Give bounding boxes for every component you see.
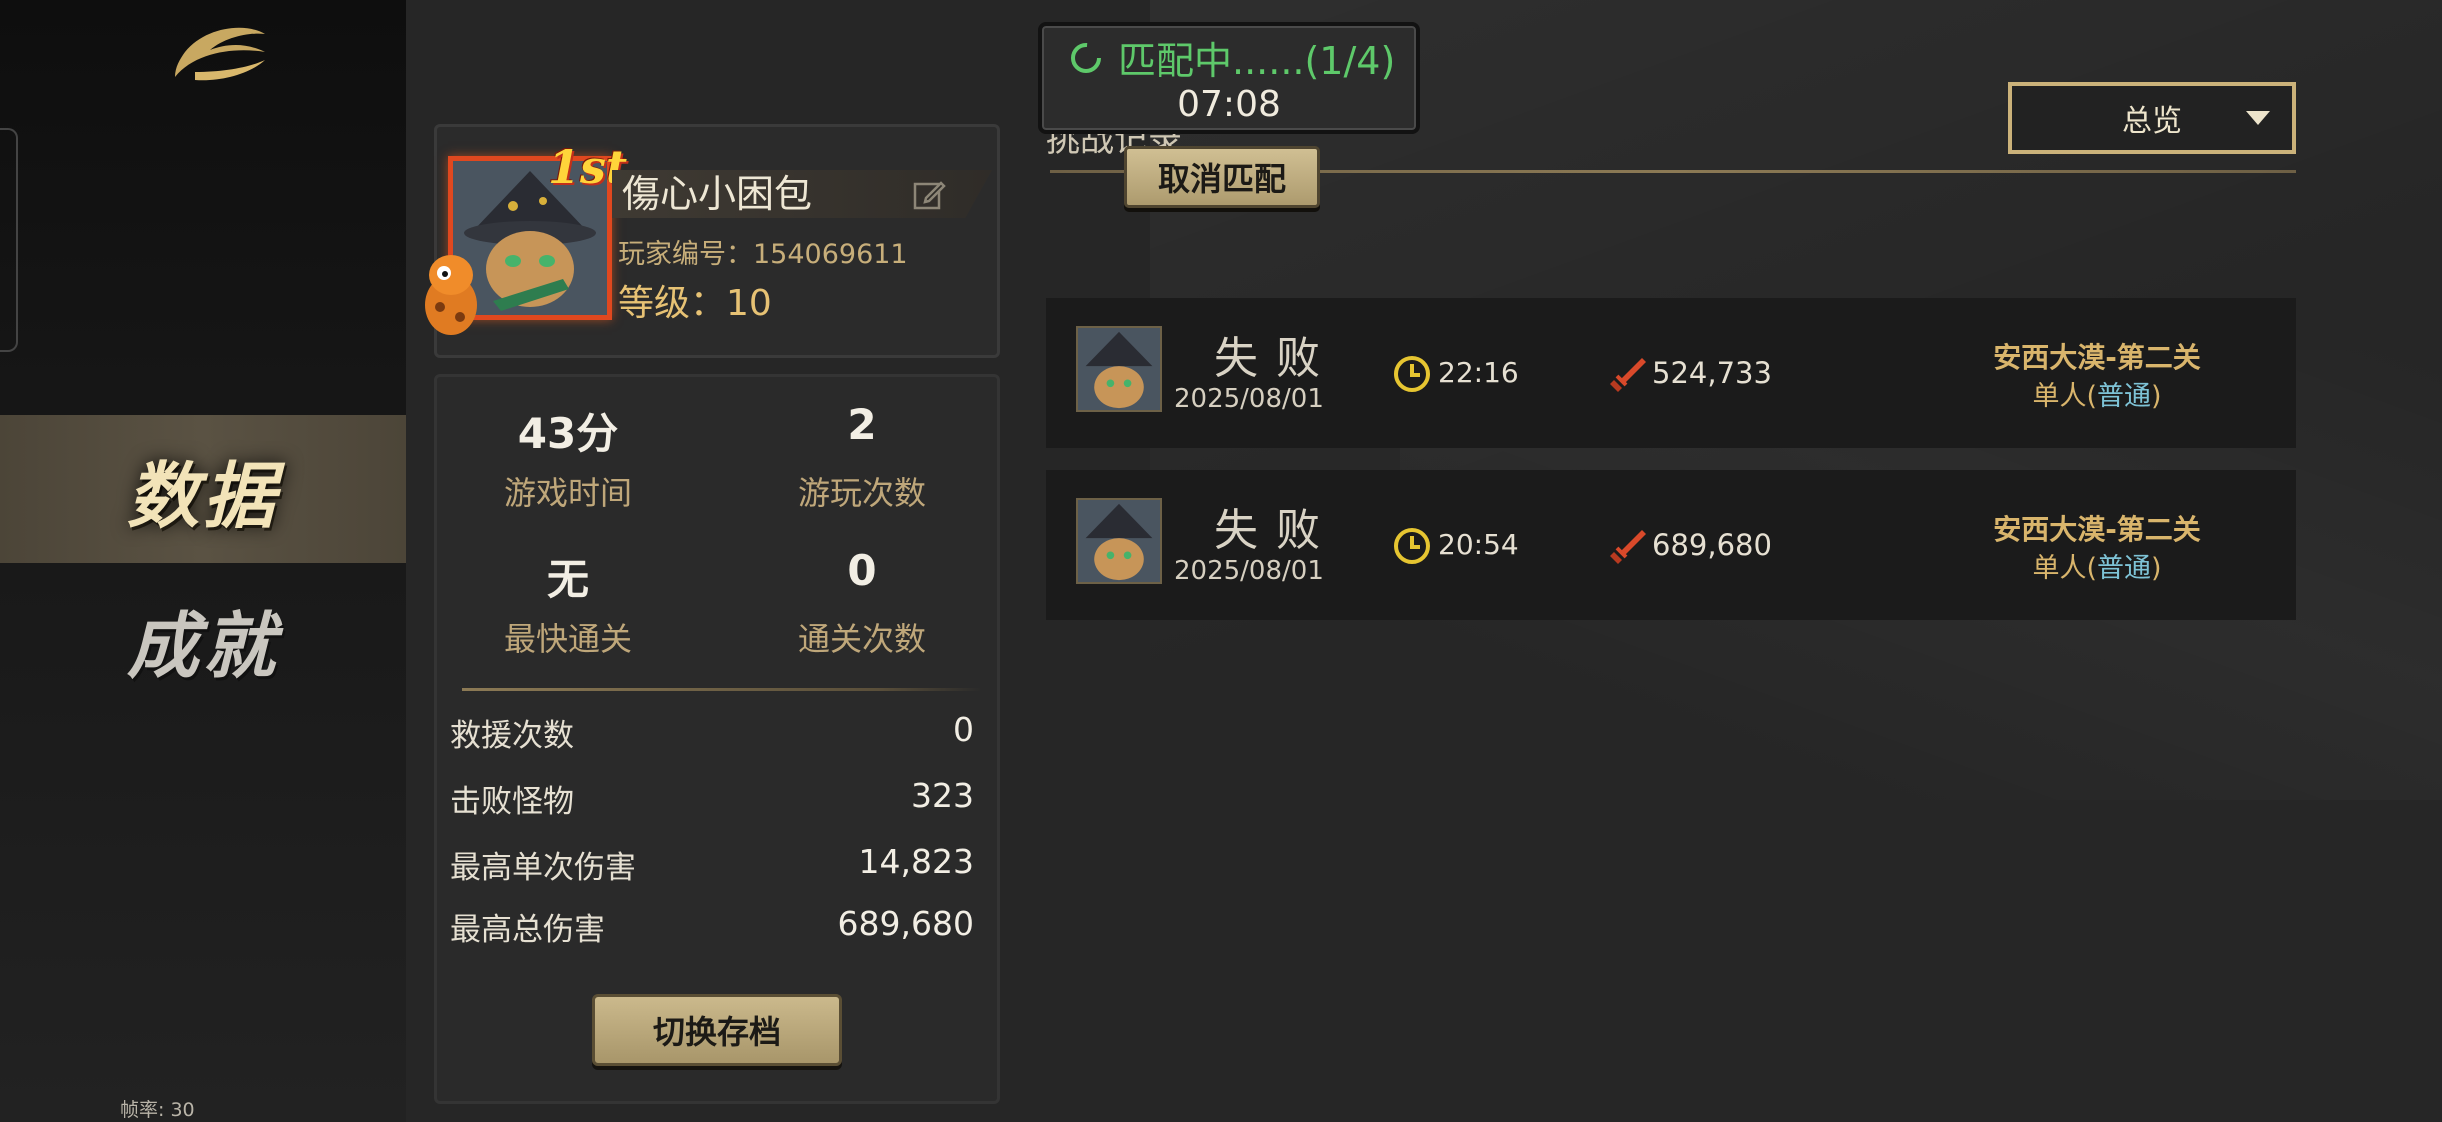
record-avatar xyxy=(1076,498,1162,584)
sword-icon xyxy=(1610,358,1646,392)
level-label: 等级： xyxy=(618,283,727,324)
record-mode-suffix: ) xyxy=(2151,381,2162,412)
record-date: 2025/08/01 xyxy=(1174,556,1324,586)
nav-item-label: 数据 xyxy=(126,452,279,538)
cancel-match-button[interactable]: 取消匹配 xyxy=(1124,146,1320,208)
matching-timer: 07:08 xyxy=(1177,84,1281,125)
record-row[interactable]: 失败 2025/08/01 22:16 524,733 安西大漠-第二关 单人(… xyxy=(1046,298,2296,448)
fastest-clear-value: 无 xyxy=(546,555,589,604)
record-mode-prefix: 单人( xyxy=(2032,381,2097,412)
player-name: 傷心小困包 xyxy=(622,172,813,216)
record-mode-difficulty: 普通 xyxy=(2097,381,2151,412)
record-avatar xyxy=(1076,326,1162,412)
chevron-down-icon xyxy=(2246,111,2270,125)
player-id-value: 154069611 xyxy=(753,239,908,270)
monsters-defeated-value: 323 xyxy=(911,776,974,815)
max-total-damage-value: 689,680 xyxy=(837,904,974,943)
level-row: 等级：10 xyxy=(618,274,772,326)
edit-icon[interactable] xyxy=(912,178,946,212)
clear-count-label: 通关次数 xyxy=(797,620,926,658)
record-result: 失败 xyxy=(1214,333,1338,384)
stats-divider xyxy=(462,688,982,691)
clear-count-value: 0 xyxy=(847,546,877,595)
nav-item-data[interactable]: 数据 xyxy=(0,415,406,563)
filter-dropdown-value: 总览 xyxy=(2122,104,2182,139)
clock-icon xyxy=(1394,356,1430,392)
filter-dropdown[interactable]: 总览 xyxy=(2008,82,2296,154)
play-time-value: 43分 xyxy=(517,409,619,458)
record-stage: 安西大漠-第二关 xyxy=(1993,341,2201,374)
record-mode: 单人(普通) xyxy=(1916,546,2278,585)
record-date: 2025/08/01 xyxy=(1174,384,1324,414)
record-stage: 安西大漠-第二关 xyxy=(1993,513,2201,546)
fps-counter: 帧率: 30 xyxy=(120,1099,195,1121)
record-mode-prefix: 单人( xyxy=(2032,553,2097,584)
clock-icon xyxy=(1394,528,1430,564)
player-id-row: 玩家编号：154069611 xyxy=(618,232,908,271)
matching-status: 匹配中......(1/4) xyxy=(1118,39,1396,83)
record-result: 失败 xyxy=(1214,505,1338,556)
sidebar: 数据 成就 帧率: 30 xyxy=(0,0,406,1122)
max-single-damage-value: 14,823 xyxy=(858,842,974,881)
record-damage: 689,680 xyxy=(1652,528,1772,562)
rescue-count-value: 0 xyxy=(953,710,974,749)
rescue-count-label: 救援次数 xyxy=(450,718,574,754)
record-time: 20:54 xyxy=(1438,528,1519,561)
max-total-damage-label: 最高总伤害 xyxy=(450,912,605,948)
sword-icon xyxy=(1610,530,1646,564)
nav-item-label: 成就 xyxy=(126,602,279,688)
play-count-value: 2 xyxy=(847,400,877,449)
max-single-damage-label: 最高单次伤害 xyxy=(450,850,636,886)
switch-save-button[interactable]: 切换存档 xyxy=(592,994,842,1066)
level-value: 10 xyxy=(726,283,772,324)
record-mode-difficulty: 普通 xyxy=(2097,553,2151,584)
pet-companion-icon xyxy=(425,255,477,335)
record-row[interactable]: 失败 2025/08/01 20:54 689,680 安西大漠-第二关 单人(… xyxy=(1046,470,2296,620)
record-mode: 单人(普通) xyxy=(1916,374,2278,413)
nav-item-achievements[interactable]: 成就 xyxy=(0,565,406,713)
player-id-label: 玩家编号： xyxy=(618,239,753,270)
play-time-label: 游戏时间 xyxy=(503,474,632,512)
side-handle[interactable] xyxy=(0,128,18,352)
play-count-label: 游玩次数 xyxy=(797,474,926,512)
game-logo-icon xyxy=(175,27,265,81)
record-damage: 524,733 xyxy=(1652,356,1772,390)
monsters-defeated-label: 击败怪物 xyxy=(450,784,574,820)
record-time: 22:16 xyxy=(1438,356,1519,389)
record-mode-suffix: ) xyxy=(2151,553,2162,584)
spinner-icon xyxy=(1071,43,1101,73)
fastest-clear-label: 最快通关 xyxy=(503,620,632,658)
